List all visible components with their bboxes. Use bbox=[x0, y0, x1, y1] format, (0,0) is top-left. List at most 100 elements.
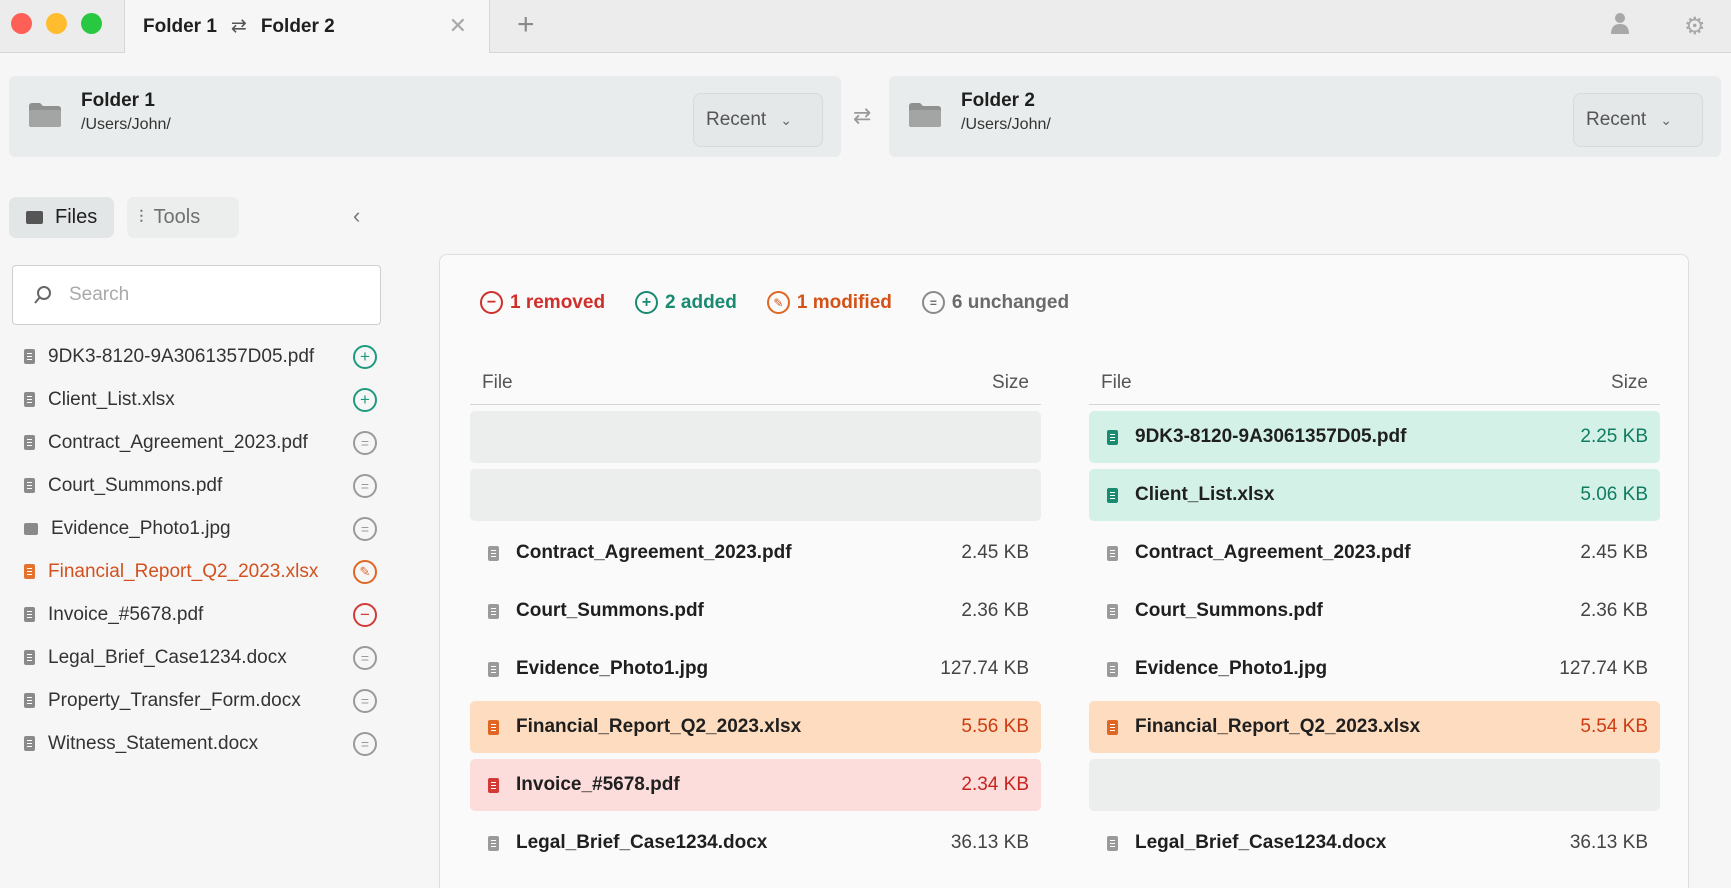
summary-added-label: 2 added bbox=[665, 291, 737, 313]
list-item[interactable]: Contract_Agreement_2023.pdf = bbox=[24, 421, 384, 464]
equals-circle-icon: = bbox=[353, 688, 377, 713]
title-bar: Folder 1 ⇄ Folder 2 ✕ + ⚙ bbox=[0, 0, 1731, 53]
list-item[interactable]: Invoice_#5678.pdf − bbox=[24, 593, 384, 636]
list-item[interactable]: 9DK3-8120-9A3061357D05.pdf + bbox=[24, 335, 384, 378]
folder-icon bbox=[909, 103, 941, 127]
window-maximize-button[interactable] bbox=[81, 13, 102, 34]
document-icon bbox=[24, 349, 35, 364]
folder-1-panel[interactable]: Folder 1 /Users/John/ Recent ⌄ bbox=[9, 76, 841, 157]
table-row[interactable]: Invoice_#5678.pdf 2.34 KB bbox=[470, 759, 1041, 811]
file-column-header[interactable]: File bbox=[1101, 372, 1132, 394]
folder-2-path: /Users/John/ bbox=[961, 116, 1051, 133]
list-item-label: Client_List.xlsx bbox=[48, 388, 175, 410]
list-item[interactable]: Legal_Brief_Case1234.docx = bbox=[24, 636, 384, 679]
plus-circle-icon: + bbox=[353, 387, 377, 412]
table-row[interactable]: Court_Summons.pdf 2.36 KB bbox=[470, 585, 1041, 637]
document-icon bbox=[488, 835, 499, 851]
swap-folders-icon[interactable]: ⇄ bbox=[853, 103, 871, 129]
file-size: 36.13 KB bbox=[950, 832, 1029, 853]
size-column-header[interactable]: Size bbox=[992, 372, 1029, 394]
file-name: Court_Summons.pdf bbox=[516, 600, 704, 621]
table-row[interactable]: Contract_Agreement_2023.pdf 2.45 KB bbox=[1089, 527, 1660, 579]
list-item[interactable]: Financial_Report_Q2_2023.xlsx ✎ bbox=[24, 550, 384, 593]
tab-tools[interactable]: ⫶ Tools bbox=[127, 197, 239, 238]
list-item-label: Witness_Statement.docx bbox=[48, 732, 259, 754]
list-item[interactable]: Evidence_Photo1.jpg = bbox=[24, 507, 384, 550]
user-icon[interactable] bbox=[1611, 12, 1629, 41]
table-row[interactable]: Contract_Agreement_2023.pdf 2.45 KB bbox=[470, 527, 1041, 579]
folder-1-path: /Users/John/ bbox=[81, 116, 171, 133]
folder-2-title: Folder 2 bbox=[961, 90, 1035, 111]
tab-folder-compare[interactable]: Folder 1 ⇄ Folder 2 ✕ bbox=[124, 0, 490, 53]
document-icon bbox=[1107, 603, 1118, 619]
swap-icon: ⇄ bbox=[230, 16, 247, 37]
equals-circle-icon: = bbox=[353, 516, 377, 541]
document-icon bbox=[24, 435, 35, 450]
document-icon bbox=[1107, 835, 1118, 851]
file-column-header[interactable]: File bbox=[482, 372, 513, 394]
file-size: 5.56 KB bbox=[961, 716, 1029, 737]
folder-2-recent-dropdown[interactable]: Recent ⌄ bbox=[1573, 93, 1703, 147]
summary-unchanged-label: 6 unchanged bbox=[951, 291, 1070, 313]
document-icon bbox=[24, 736, 35, 751]
table-row[interactable]: Legal_Brief_Case1234.docx 36.13 KB bbox=[470, 817, 1041, 869]
file-size: 5.54 KB bbox=[1580, 716, 1648, 737]
left-file-table: File Size Contract_Agreement_2023.pdf 2.4… bbox=[470, 361, 1041, 869]
list-item[interactable]: Property_Transfer_Form.docx = bbox=[24, 679, 384, 722]
file-size: 2.34 KB bbox=[961, 774, 1029, 795]
list-item-label: Evidence_Photo1.jpg bbox=[51, 517, 231, 539]
folder-icon bbox=[26, 211, 43, 224]
list-item[interactable]: Client_List.xlsx + bbox=[24, 378, 384, 421]
document-icon bbox=[24, 650, 35, 665]
summary-removed-label: 1 removed bbox=[510, 291, 606, 313]
search-input[interactable] bbox=[69, 284, 349, 306]
comparison-panel: − 1 removed + 2 added ✎ 1 modified = 6 u… bbox=[439, 254, 1689, 888]
window-close-button[interactable] bbox=[11, 13, 32, 34]
search-box[interactable] bbox=[12, 265, 381, 325]
table-row[interactable]: 9DK3-8120-9A3061357D05.pdf 2.25 KB bbox=[1089, 411, 1660, 463]
file-name-cell: Legal_Brief_Case1234.docx bbox=[1107, 832, 1570, 854]
folder-2-panel[interactable]: Folder 2 /Users/John/ Recent ⌄ bbox=[889, 76, 1721, 157]
folder-1-recent-dropdown[interactable]: Recent ⌄ bbox=[693, 93, 823, 147]
table-header: File Size bbox=[470, 361, 1041, 405]
summary-removed[interactable]: − 1 removed bbox=[480, 291, 605, 314]
file-name: Financial_Report_Q2_2023.xlsx bbox=[1135, 716, 1421, 737]
collapse-sidebar-icon[interactable]: ‹ bbox=[353, 203, 360, 229]
list-item-label: Invoice_#5678.pdf bbox=[48, 603, 204, 625]
list-item-label: Court_Summons.pdf bbox=[48, 474, 223, 496]
summary-added[interactable]: + 2 added bbox=[635, 291, 737, 314]
gear-icon[interactable]: ⚙ bbox=[1684, 12, 1706, 41]
table-row bbox=[1089, 759, 1660, 811]
folder-icon bbox=[29, 103, 61, 127]
summary-unchanged[interactable]: = 6 unchanged bbox=[921, 291, 1070, 314]
file-name-cell: Financial_Report_Q2_2023.xlsx bbox=[488, 716, 961, 738]
file-name-cell: Contract_Agreement_2023.pdf bbox=[1107, 542, 1580, 564]
file-name: Contract_Agreement_2023.pdf bbox=[1135, 542, 1411, 563]
window-minimize-button[interactable] bbox=[46, 13, 67, 34]
file-name: Evidence_Photo1.jpg bbox=[1135, 658, 1328, 679]
file-name-cell: Court_Summons.pdf bbox=[1107, 600, 1580, 622]
summary-modified-label: 1 modified bbox=[796, 291, 892, 313]
table-row[interactable]: Court_Summons.pdf 2.36 KB bbox=[1089, 585, 1660, 637]
list-item[interactable]: Witness_Statement.docx = bbox=[24, 722, 384, 765]
table-row bbox=[470, 411, 1041, 463]
tab-left-label: Folder 1 bbox=[143, 15, 217, 37]
tab-files[interactable]: Files bbox=[9, 197, 114, 238]
table-row[interactable]: Financial_Report_Q2_2023.xlsx 5.54 KB bbox=[1089, 701, 1660, 753]
tab-files-label: Files bbox=[55, 206, 98, 228]
table-row[interactable]: Legal_Brief_Case1234.docx 36.13 KB bbox=[1089, 817, 1660, 869]
file-name: Evidence_Photo1.jpg bbox=[516, 658, 709, 679]
tab-close-icon[interactable]: ✕ bbox=[449, 13, 467, 39]
file-name: Invoice_#5678.pdf bbox=[516, 774, 680, 795]
table-row[interactable]: Financial_Report_Q2_2023.xlsx 5.56 KB bbox=[470, 701, 1041, 753]
summary-modified[interactable]: ✎ 1 modified bbox=[766, 291, 892, 314]
table-row[interactable]: Evidence_Photo1.jpg 127.74 KB bbox=[470, 643, 1041, 695]
new-tab-button[interactable]: + bbox=[517, 8, 535, 42]
table-row[interactable]: Evidence_Photo1.jpg 127.74 KB bbox=[1089, 643, 1660, 695]
document-icon bbox=[488, 661, 499, 677]
list-item[interactable]: Court_Summons.pdf = bbox=[24, 464, 384, 507]
list-item-label: Financial_Report_Q2_2023.xlsx bbox=[48, 560, 319, 582]
table-row[interactable]: Client_List.xlsx 5.06 KB bbox=[1089, 469, 1660, 521]
size-column-header[interactable]: Size bbox=[1611, 372, 1648, 394]
list-item-label: Property_Transfer_Form.docx bbox=[48, 689, 301, 711]
